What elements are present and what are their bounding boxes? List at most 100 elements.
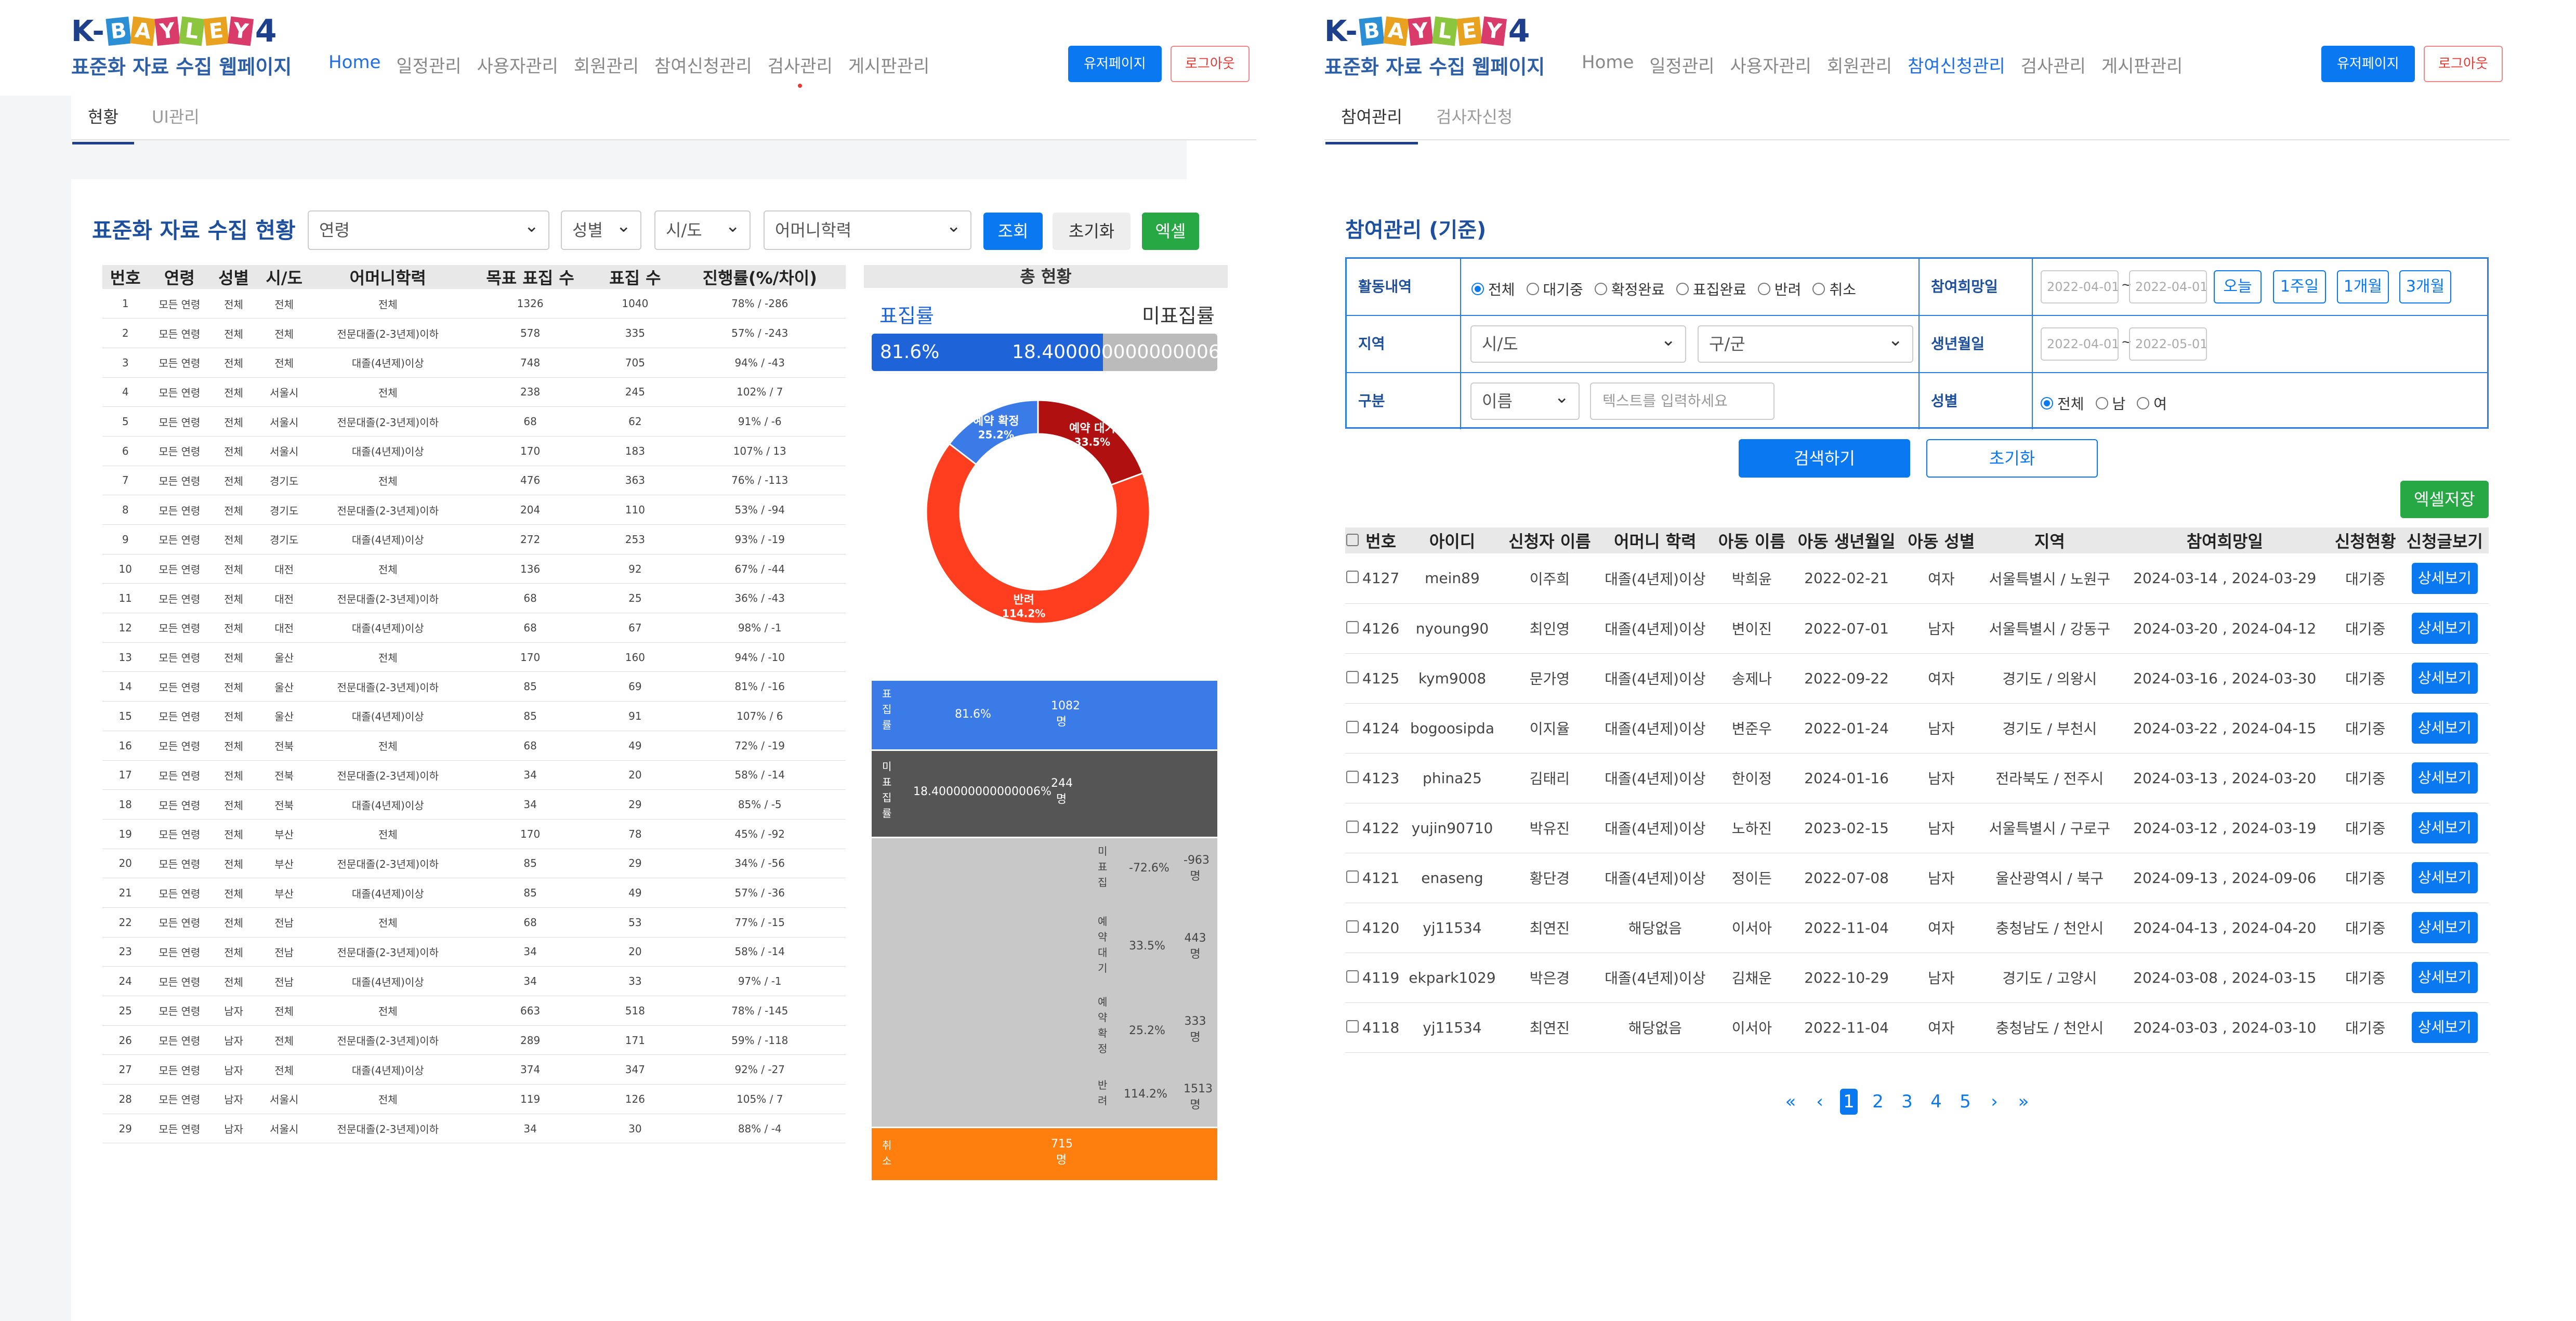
detail-button[interactable]: 상세보기 (2411, 762, 2478, 794)
birth-to-input[interactable]: 2022-05-01 (2129, 327, 2207, 361)
logo[interactable]: K- B A Y L E Y 4 표준화 자료 수집 웹페이지 (1324, 12, 1545, 80)
nav-members[interactable]: 회원관리 (574, 52, 639, 77)
search-button[interactable]: 검색하기 (1739, 439, 1910, 478)
select-all-checkbox[interactable] (1346, 534, 1359, 546)
search-form: 활동내역 전체 대기중 확정완료 표집완료 반려 취소 참여희망일 2022-0… (1345, 257, 2489, 429)
page-button[interactable]: 4 (1927, 1091, 1945, 1112)
table-cell: bogoosipda (1402, 703, 1503, 754)
table-cell: 102% / 7 (674, 377, 846, 407)
row-checkbox[interactable] (1346, 970, 1359, 983)
nav-home[interactable]: Home (1582, 52, 1634, 77)
detail-button[interactable]: 상세보기 (2411, 663, 2478, 694)
table-header: 아이디 (1402, 527, 1503, 553)
table-cell: 204 (464, 495, 597, 525)
search-button[interactable]: 조회 (983, 213, 1043, 250)
logout-button[interactable]: 로그아웃 (1171, 46, 1250, 82)
first-page-button[interactable]: « (1782, 1091, 1799, 1112)
table-cell (1345, 753, 1360, 803)
page-button[interactable]: 5 (1956, 1091, 1974, 1112)
nav-home[interactable]: Home (328, 52, 380, 77)
tab-tester-apply[interactable]: 검사자신청 (1436, 104, 1513, 128)
sido-select[interactable]: 시/도 (1470, 322, 1686, 363)
nav-schedule[interactable]: 일정관리 (1649, 52, 1714, 77)
mother-edu-select[interactable]: 어머니학력 (764, 207, 971, 250)
logout-button[interactable]: 로그아웃 (2424, 46, 2503, 82)
table-cell: 67 (596, 613, 674, 643)
tab-ui-manage[interactable]: UI관리 (152, 104, 200, 128)
activity-radio-sampled[interactable]: 표집완료 (1676, 279, 1746, 299)
sex-radio-all[interactable]: 전체 (2041, 393, 2084, 414)
nav-board[interactable]: 게시판관리 (848, 52, 929, 77)
nav-schedule[interactable]: 일정관리 (396, 52, 461, 77)
nav-tests[interactable]: 검사관리 (2021, 52, 2086, 77)
last-page-button[interactable]: » (2015, 1091, 2032, 1112)
logo[interactable]: K- B A Y L E Y 4 표준화 자료 수집 웹페이지 (71, 12, 292, 80)
nav-participation[interactable]: 참여신청관리 (654, 52, 752, 77)
activity-radio-all[interactable]: 전체 (1471, 279, 1515, 299)
row-checkbox[interactable] (1346, 870, 1359, 883)
table-cell: 53% / -94 (674, 495, 846, 525)
excel-save-button[interactable]: 엑셀저장 (2400, 481, 2489, 518)
detail-button[interactable]: 상세보기 (2411, 1012, 2478, 1043)
sex-select[interactable]: 성별 (561, 207, 641, 250)
reset-button[interactable]: 초기화 (1926, 439, 2098, 478)
activity-radio-rejected[interactable]: 반려 (1757, 279, 1801, 299)
table-row: 9 모든 연령 전체 경기도 대졸(4년제)이상 272 253 93% / -19 (102, 524, 846, 554)
nav-users[interactable]: 사용자관리 (1730, 52, 1811, 77)
table-cell (1345, 953, 1360, 1003)
detail-button[interactable]: 상세보기 (2411, 862, 2478, 893)
table-cell: 9 (102, 524, 149, 554)
period-today-button[interactable]: 오늘 (2214, 270, 2262, 303)
page-button[interactable]: 1 (1840, 1089, 1858, 1115)
user-page-button[interactable]: 유저페이지 (1068, 46, 1162, 82)
date-from-input[interactable]: 2022-04-01 (2041, 270, 2119, 303)
row-checkbox[interactable] (1346, 670, 1359, 683)
nav-tests[interactable]: 검사관리 (768, 52, 833, 88)
row-checkbox[interactable] (1346, 820, 1359, 833)
next-page-button[interactable]: › (1986, 1091, 2003, 1112)
detail-button[interactable]: 상세보기 (2411, 812, 2478, 843)
period-month-button[interactable]: 1개월 (2337, 270, 2389, 303)
user-page-button[interactable]: 유저페이지 (2321, 46, 2415, 82)
birth-from-input[interactable]: 2022-04-01 (2041, 327, 2119, 361)
detail-button[interactable]: 상세보기 (2411, 712, 2478, 744)
page-button[interactable]: 3 (1898, 1091, 1916, 1112)
nav-participation[interactable]: 참여신청관리 (1908, 52, 2005, 77)
period-week-button[interactable]: 1주일 (2273, 270, 2326, 303)
activity-radio-confirmed[interactable]: 확정완료 (1594, 279, 1665, 299)
detail-button[interactable]: 상세보기 (2411, 562, 2478, 594)
detail-button[interactable]: 상세보기 (2411, 962, 2478, 993)
activity-radio-waiting[interactable]: 대기중 (1526, 279, 1583, 299)
table-cell: 20 (102, 849, 149, 879)
table-cell: 26 (102, 1025, 149, 1055)
row-checkbox[interactable] (1346, 770, 1359, 783)
tab-status[interactable]: 현황 (72, 104, 134, 144)
type-select[interactable]: 이름 (1470, 379, 1580, 420)
row-checkbox[interactable] (1346, 920, 1359, 933)
age-select[interactable]: 연령 (308, 207, 549, 250)
prev-page-button[interactable]: ‹ (1811, 1091, 1829, 1112)
sex-radio-group: 전체 남 여 (2041, 393, 2178, 414)
nav-members[interactable]: 회원관리 (1827, 52, 1892, 77)
sex-radio-female[interactable]: 여 (2137, 393, 2167, 414)
reset-button[interactable]: 초기화 (1053, 213, 1131, 250)
row-checkbox[interactable] (1346, 620, 1359, 633)
table-cell: 335 (596, 318, 674, 348)
row-checkbox[interactable] (1346, 720, 1359, 733)
sex-radio-male[interactable]: 남 (2095, 393, 2125, 414)
nav-users[interactable]: 사용자관리 (477, 52, 558, 77)
detail-button[interactable]: 상세보기 (2411, 613, 2478, 644)
keyword-input[interactable]: 텍스트를 입력하세요 (1590, 382, 1775, 420)
date-to-input[interactable]: 2022-04-01 (2129, 270, 2207, 303)
tab-participation-manage[interactable]: 참여관리 (1325, 104, 1418, 144)
detail-button[interactable]: 상세보기 (2411, 912, 2478, 943)
region-select[interactable]: 시/도 (654, 207, 751, 250)
page-button[interactable]: 2 (1869, 1091, 1887, 1112)
gugun-select[interactable]: 구/군 (1698, 322, 1913, 363)
excel-button[interactable]: 엑셀 (1142, 213, 1199, 250)
activity-radio-cancelled[interactable]: 취소 (1812, 279, 1856, 299)
row-checkbox[interactable] (1346, 1020, 1359, 1033)
row-checkbox[interactable] (1346, 571, 1359, 584)
period-3month-button[interactable]: 3개월 (2399, 270, 2451, 303)
nav-board[interactable]: 게시판관리 (2101, 52, 2183, 77)
